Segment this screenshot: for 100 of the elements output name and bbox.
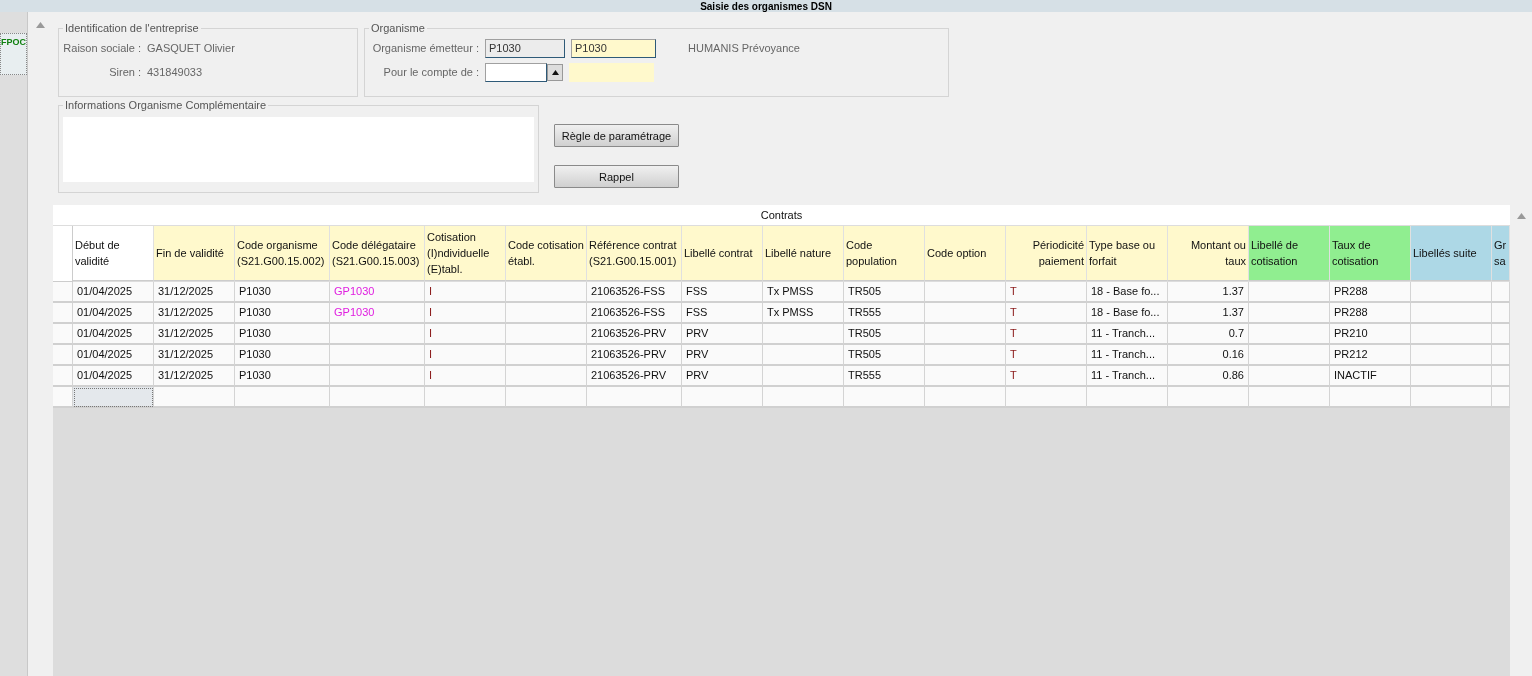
- table-cell: 21063526-FSS: [587, 303, 682, 324]
- table-cell: 31/12/2025: [154, 324, 235, 345]
- input-field[interactable]: [485, 62, 547, 82]
- column-header[interactable]: Cotisation (I)ndividuelle (E)tabl.: [425, 226, 506, 281]
- group-title: Informations Organisme Complémentaire: [64, 99, 268, 111]
- input-field[interactable]: P1030: [485, 38, 565, 58]
- table-cell: PR210: [1330, 324, 1411, 345]
- scroll-up-icon[interactable]: [36, 22, 45, 28]
- table-cell: P1030: [235, 366, 330, 387]
- table-cell: PR212: [1330, 345, 1411, 366]
- table-cell: TR505: [844, 324, 925, 345]
- table-cell: P1030: [235, 324, 330, 345]
- table-cell: PR288: [1330, 303, 1411, 324]
- table-cell: FSS: [682, 303, 763, 324]
- column-header[interactable]: Type base ou forfait: [1087, 226, 1168, 281]
- sidebar-tab[interactable]: FPOC: [0, 33, 27, 75]
- table-cell[interactable]: [73, 387, 154, 408]
- table-cell: 0.7: [1168, 324, 1249, 345]
- column-header[interactable]: Gr sa: [1492, 226, 1510, 281]
- table-cell: 11 - Tranch...: [1087, 324, 1168, 345]
- table-cell: P1030: [235, 282, 330, 303]
- table-cell: I: [425, 345, 506, 366]
- table-cell: 21063526-PRV: [587, 324, 682, 345]
- table-cell: I: [425, 366, 506, 387]
- column-header[interactable]: Montant ou taux: [1168, 226, 1249, 281]
- table-cell: PRV: [682, 345, 763, 366]
- field-label: Raison sociale :: [63, 41, 141, 55]
- table-cell: 01/04/2025: [73, 366, 154, 387]
- up-triangle-icon: [551, 69, 559, 75]
- column-header[interactable]: Référence contrat (S21.G00.15.001): [587, 226, 682, 281]
- table-cell: T: [1006, 366, 1087, 387]
- table-cell: I: [425, 324, 506, 345]
- table-cell: PRV: [682, 324, 763, 345]
- dropdown-button[interactable]: [547, 63, 563, 81]
- table-cell: GP1030: [330, 282, 425, 303]
- table-cell: 01/04/2025: [73, 303, 154, 324]
- table-cell: TR555: [844, 303, 925, 324]
- row-header: [53, 324, 73, 345]
- table-cell: P1030: [235, 345, 330, 366]
- column-header[interactable]: Code cotisation établ.: [506, 226, 587, 281]
- action-button[interactable]: Règle de paramétrage: [554, 124, 679, 147]
- table-cell: 31/12/2025: [154, 345, 235, 366]
- table-cell: INACTIF: [1330, 366, 1411, 387]
- table-cell: T: [1006, 282, 1087, 303]
- column-header[interactable]: Code organisme (S21.G00.15.002): [235, 226, 330, 281]
- table-cell: 18 - Base fo...: [1087, 282, 1168, 303]
- sidebar-tab-label: FPOC: [1, 37, 26, 49]
- column-header[interactable]: Début de validité: [73, 226, 154, 281]
- column-header[interactable]: Libellé contrat: [682, 226, 763, 281]
- table-cell: 21063526-PRV: [587, 366, 682, 387]
- table-title: Contrats: [760, 209, 803, 221]
- column-header[interactable]: Taux de cotisation: [1330, 226, 1411, 281]
- column-header[interactable]: Libellés suite: [1411, 226, 1492, 281]
- table-cell: 21063526-PRV: [587, 345, 682, 366]
- table-cell: 11 - Tranch...: [1087, 366, 1168, 387]
- table-cell: TR505: [844, 282, 925, 303]
- column-header[interactable]: Périodicité paiement: [1006, 226, 1087, 281]
- table-cell: GP1030: [330, 303, 425, 324]
- table-cell: Tx PMSS: [763, 282, 844, 303]
- table-cell: 31/12/2025: [154, 366, 235, 387]
- table-cell: 11 - Tranch...: [1087, 345, 1168, 366]
- row-header: [53, 345, 73, 366]
- table-cell: 0.86: [1168, 366, 1249, 387]
- table-cell: 31/12/2025: [154, 282, 235, 303]
- row-header: [53, 303, 73, 324]
- table-cell: I: [425, 303, 506, 324]
- group-title: Identification de l'entreprise: [64, 22, 200, 34]
- table-cell: T: [1006, 324, 1087, 345]
- column-header[interactable]: Code population: [844, 226, 925, 281]
- input-field[interactable]: P1030: [571, 38, 656, 58]
- table-cell: PRV: [682, 366, 763, 387]
- table-cell: P1030: [235, 303, 330, 324]
- table-cell: 31/12/2025: [154, 303, 235, 324]
- organisme-name: HUMANIS Prévoyance: [688, 41, 800, 55]
- row-header: [53, 366, 73, 387]
- scroll-up-icon[interactable]: [1516, 213, 1526, 219]
- column-header[interactable]: Libellé nature: [763, 226, 844, 281]
- column-header[interactable]: Fin de validité: [154, 226, 235, 281]
- table-cell: 1.37: [1168, 282, 1249, 303]
- column-header[interactable]: Code option: [925, 226, 1006, 281]
- group-title: Organisme: [370, 22, 426, 34]
- table-cell: T: [1006, 345, 1087, 366]
- table-cell: T: [1006, 303, 1087, 324]
- field-value: GASQUET Olivier: [147, 41, 235, 55]
- field-label: Pour le compte de :: [382, 65, 479, 79]
- column-header[interactable]: Code délégataire (S21.G00.15.003): [330, 226, 425, 281]
- action-button[interactable]: Rappel: [554, 165, 679, 188]
- table-cell: Tx PMSS: [763, 303, 844, 324]
- table-cell: PR288: [1330, 282, 1411, 303]
- table-cell: 01/04/2025: [73, 324, 154, 345]
- table-cell: I: [425, 282, 506, 303]
- table-cell: TR505: [844, 345, 925, 366]
- column-header[interactable]: Libellé de cotisation: [1249, 226, 1330, 281]
- table-cell: 21063526-FSS: [587, 282, 682, 303]
- field-label: Siren :: [108, 65, 141, 79]
- field-label: Organisme émetteur :: [371, 41, 479, 55]
- table-cell: TR555: [844, 366, 925, 387]
- table-cell: 1.37: [1168, 303, 1249, 324]
- input-field[interactable]: [569, 62, 654, 82]
- window-title: Saisie des organismes DSN: [700, 1, 832, 12]
